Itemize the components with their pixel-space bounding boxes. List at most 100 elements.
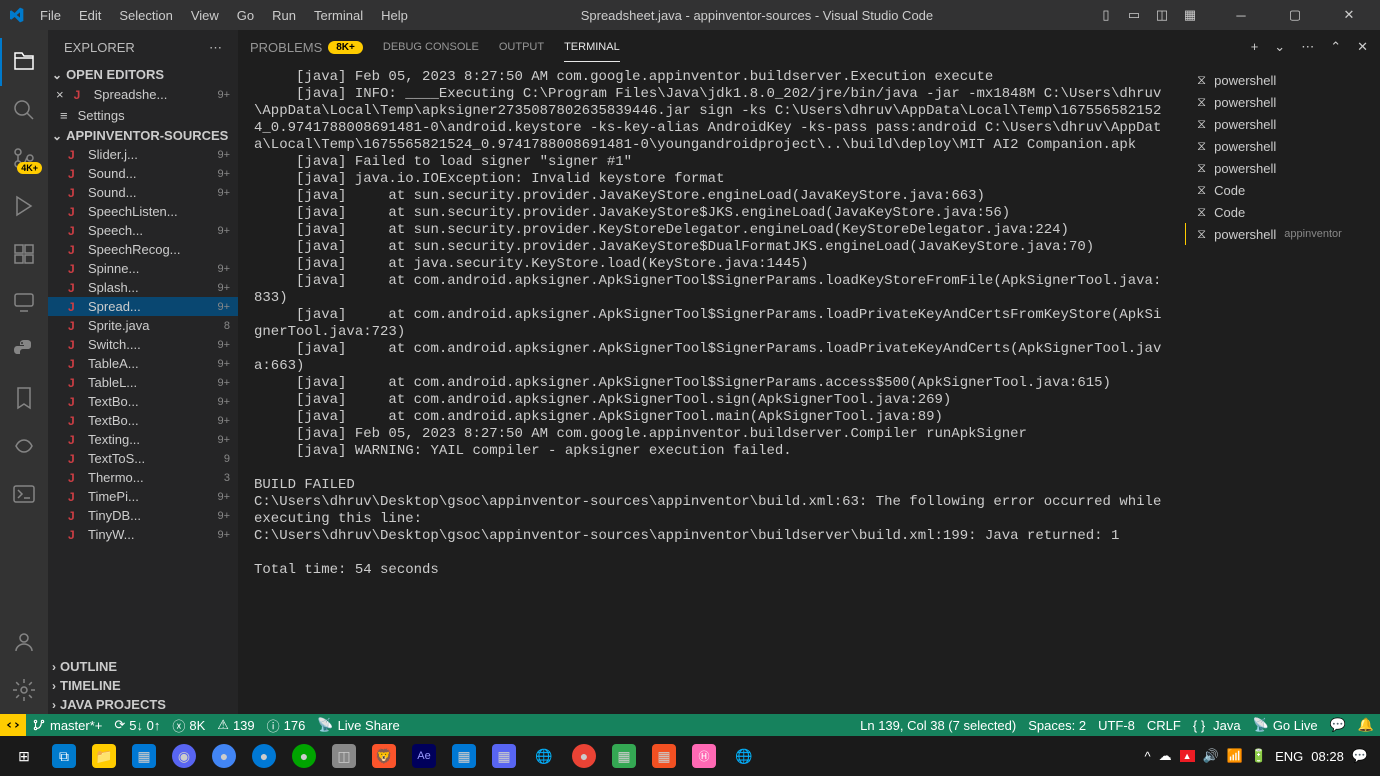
close-panel-icon[interactable]: ✕ (1357, 39, 1368, 55)
remote-indicator[interactable] (0, 714, 26, 736)
tab-debug[interactable]: DEBUG CONSOLE (383, 33, 479, 61)
tray-amd-icon[interactable]: ▲ (1180, 750, 1195, 762)
status-go-live[interactable]: 📡 Go Live (1247, 717, 1324, 733)
activity-search[interactable] (0, 86, 48, 134)
status-eol[interactable]: CRLF (1141, 718, 1187, 733)
status-spaces[interactable]: Spaces: 2 (1022, 718, 1092, 733)
customize-layout-icon[interactable]: ▦ (1182, 7, 1198, 23)
terminal-session[interactable]: ⧖powershell (1185, 113, 1380, 135)
taskbar-app4[interactable]: ◫ (324, 736, 364, 776)
taskbar-app5[interactable]: ▦ (444, 736, 484, 776)
minimize-button[interactable]: ─ (1218, 0, 1264, 30)
file-item[interactable]: JSprite.java8 (48, 316, 238, 335)
open-editor-item[interactable]: × J Spreadshe... 9+ (48, 84, 238, 105)
taskbar-app6[interactable]: ▦ (484, 736, 524, 776)
close-button[interactable]: ✕ (1326, 0, 1372, 30)
taskbar-edge[interactable]: ● (244, 736, 284, 776)
taskbar-discord[interactable]: ◉ (164, 736, 204, 776)
terminal-session[interactable]: ⧖Code (1185, 179, 1380, 201)
menu-selection[interactable]: Selection (111, 4, 180, 27)
tray-notification-icon[interactable]: 💬 (1352, 748, 1368, 764)
file-item[interactable]: JSpread...9+ (48, 297, 238, 316)
activity-explorer[interactable] (0, 38, 48, 86)
menu-run[interactable]: Run (264, 4, 304, 27)
maximize-panel-icon[interactable]: ⌃ (1330, 39, 1341, 55)
file-item[interactable]: JSound...9+ (48, 164, 238, 183)
file-item[interactable]: JTinyDB...9+ (48, 506, 238, 525)
terminal-session[interactable]: ⧖powershell (1185, 69, 1380, 91)
status-branch[interactable]: master*+ (26, 718, 108, 733)
tray-wifi-icon[interactable]: 📶 (1227, 748, 1243, 764)
menu-view[interactable]: View (183, 4, 227, 27)
folder-section[interactable]: ⌄ APPINVENTOR-SOURCES (48, 126, 238, 145)
activity-live-share[interactable] (0, 422, 48, 470)
taskbar-app10[interactable]: Ⓗ (684, 736, 724, 776)
tray-up-icon[interactable]: ^ (1145, 749, 1151, 764)
outline-section[interactable]: › OUTLINE (48, 657, 238, 676)
menu-edit[interactable]: Edit (71, 4, 109, 27)
file-item[interactable]: JSplash...9+ (48, 278, 238, 297)
file-item[interactable]: JSpeech...9+ (48, 221, 238, 240)
toggle-panel-icon[interactable]: ▭ (1126, 7, 1142, 23)
status-notifications[interactable]: 🔔 (1352, 717, 1380, 733)
file-item[interactable]: JTinyW...9+ (48, 525, 238, 544)
taskbar-ae[interactable]: Ae (404, 736, 444, 776)
menu-help[interactable]: Help (373, 4, 416, 27)
file-item[interactable]: JSlider.j...9+ (48, 145, 238, 164)
status-errors[interactable]: ⓧ 8K (166, 716, 211, 735)
status-warnings[interactable]: ⚠ 139 (211, 717, 260, 733)
tray-volume-icon[interactable]: 🔊 (1203, 748, 1219, 764)
open-editors-section[interactable]: ⌄ OPEN EDITORS (48, 65, 238, 84)
file-item[interactable]: JSpinne...9+ (48, 259, 238, 278)
taskbar-app9[interactable]: ▦ (644, 736, 684, 776)
taskbar-explorer[interactable]: 📁 (84, 736, 124, 776)
taskbar-chrome[interactable]: 🌐 (524, 736, 564, 776)
taskbar-chrome2[interactable]: 🌐 (724, 736, 764, 776)
terminal-output[interactable]: [java] Feb 05, 2023 8:27:50 AM com.googl… (238, 65, 1185, 714)
status-live-share[interactable]: 📡 Live Share (311, 717, 405, 733)
tray-cloud-icon[interactable]: ☁ (1159, 748, 1172, 764)
tab-terminal[interactable]: TERMINAL (564, 33, 620, 62)
taskbar-app7[interactable]: ● (564, 736, 604, 776)
menu-file[interactable]: File (32, 4, 69, 27)
terminal-session[interactable]: ⧖Code (1185, 201, 1380, 223)
activity-settings[interactable] (0, 666, 48, 714)
activity-extensions[interactable] (0, 230, 48, 278)
file-item[interactable]: JSound...9+ (48, 183, 238, 202)
tray-lang[interactable]: ENG (1275, 749, 1303, 764)
tab-problems[interactable]: PROBLEMS 8K+ (250, 32, 363, 63)
tray-time[interactable]: 08:28 (1311, 749, 1344, 764)
status-feedback[interactable]: 💬 (1324, 717, 1352, 733)
activity-account[interactable] (0, 618, 48, 666)
file-item[interactable]: JThermo...3 (48, 468, 238, 487)
status-info[interactable]: ⓘ 176 (261, 716, 312, 735)
activity-run-debug[interactable] (0, 182, 48, 230)
status-lang[interactable]: { }Java (1187, 718, 1247, 733)
tray-battery-icon[interactable]: 🔋 (1251, 748, 1267, 764)
taskbar-app2[interactable]: ● (204, 736, 244, 776)
java-projects-section[interactable]: › JAVA PROJECTS (48, 695, 238, 714)
new-terminal-icon[interactable]: + (1251, 39, 1259, 55)
status-encoding[interactable]: UTF-8 (1092, 718, 1141, 733)
start-button[interactable]: ⊞ (4, 736, 44, 776)
terminal-session[interactable]: ⧖powershellappinventor (1185, 223, 1380, 245)
taskbar-vscode[interactable]: ⧉ (44, 736, 84, 776)
file-item[interactable]: JSpeechListen... (48, 202, 238, 221)
activity-remote[interactable] (0, 278, 48, 326)
menu-terminal[interactable]: Terminal (306, 4, 371, 27)
more-actions-icon[interactable]: ⋯ (1301, 39, 1314, 55)
split-terminal-icon[interactable]: ⌄ (1274, 39, 1285, 55)
file-item[interactable]: JTableA...9+ (48, 354, 238, 373)
taskbar-app8[interactable]: ▦ (604, 736, 644, 776)
close-icon[interactable]: × (56, 87, 64, 102)
status-sync[interactable]: ⟳ 5↓ 0↑ (108, 717, 166, 733)
file-item[interactable]: JTimePi...9+ (48, 487, 238, 506)
menu-go[interactable]: Go (229, 4, 262, 27)
file-item[interactable]: JTextBo...9+ (48, 392, 238, 411)
file-item[interactable]: JTexting...9+ (48, 430, 238, 449)
toggle-secondary-icon[interactable]: ◫ (1154, 7, 1170, 23)
file-item[interactable]: JTextBo...9+ (48, 411, 238, 430)
toggle-sidebar-icon[interactable]: ▯ (1098, 7, 1114, 23)
taskbar-brave[interactable]: 🦁 (364, 736, 404, 776)
tab-output[interactable]: OUTPUT (499, 33, 544, 61)
